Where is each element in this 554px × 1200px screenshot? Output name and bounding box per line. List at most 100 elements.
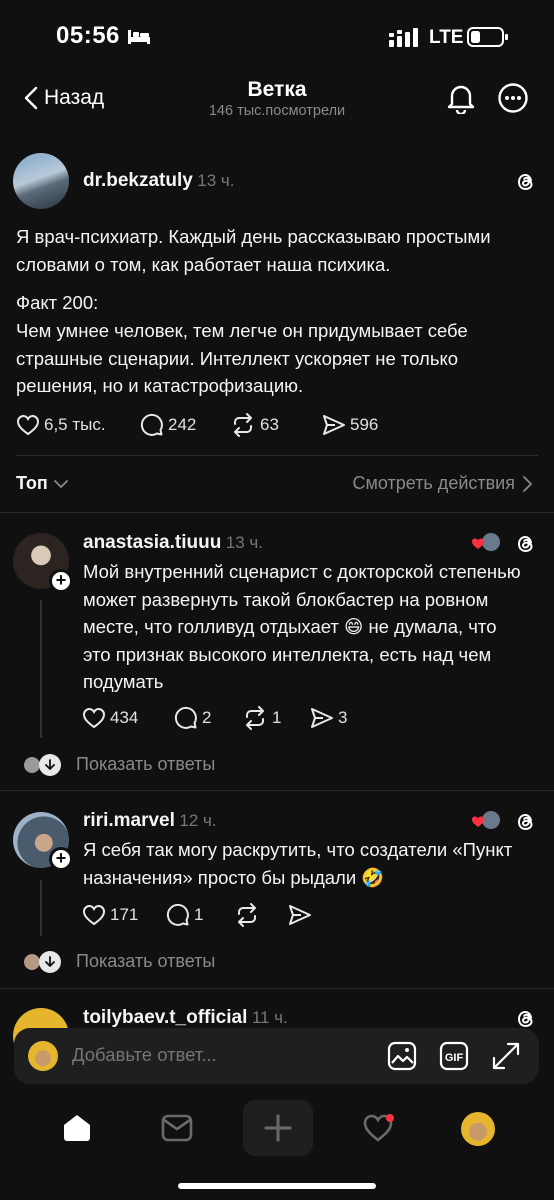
- gif-icon[interactable]: GIF: [439, 1041, 469, 1071]
- composer-avatar: [28, 1041, 58, 1071]
- see-activity-label: Смотреть действия: [352, 473, 515, 493]
- reply-time: 12 ч.: [179, 811, 217, 830]
- reply-username[interactable]: riri.marvel: [83, 810, 175, 831]
- post-text-intro: Я врач-психиатр. Каждый день рассказываю…: [16, 226, 491, 275]
- plus-icon: [264, 1114, 292, 1142]
- show-replies-avatars: [22, 951, 62, 973]
- status-time: 05:56: [56, 22, 120, 49]
- heart-icon: [16, 414, 40, 436]
- comment-icon: [166, 903, 190, 927]
- notification-dot: [386, 1114, 394, 1122]
- threads-icon[interactable]: [514, 170, 538, 194]
- expand-icon[interactable]: [491, 1041, 521, 1071]
- divider: [16, 455, 538, 456]
- follow-plus-button[interactable]: +: [49, 569, 73, 593]
- repost-button[interactable]: 1: [242, 706, 310, 730]
- show-replies-link[interactable]: Показать ответы: [76, 754, 215, 775]
- repost-count: 63: [260, 415, 279, 434]
- share-count: 596: [350, 415, 379, 434]
- comment-icon: [140, 413, 164, 437]
- like-button[interactable]: 171: [82, 904, 166, 926]
- heart-icon: [82, 904, 106, 926]
- comment-button[interactable]: 2: [174, 706, 242, 730]
- arrow-down-icon: [39, 951, 61, 973]
- thread-line: [40, 600, 42, 738]
- sleep-focus-icon: [127, 27, 151, 45]
- see-activity-link[interactable]: Смотреть действия: [353, 473, 532, 494]
- reply-composer: GIF: [14, 1028, 539, 1084]
- author-liked-indicator: [471, 530, 503, 554]
- repost-count: 1: [272, 708, 282, 727]
- reply-time: 11 ч.: [251, 1008, 288, 1027]
- repost-button[interactable]: 63: [230, 413, 322, 437]
- chevron-down-icon: [53, 479, 68, 489]
- reply-meta: toilybaev.t_official 11 ч.: [83, 1007, 288, 1029]
- like-count: 434: [110, 708, 139, 727]
- post-meta: dr.bekzatuly 13 ч.: [83, 170, 235, 192]
- share-button[interactable]: 3: [310, 707, 347, 729]
- avatar[interactable]: [13, 153, 69, 209]
- profile-avatar[interactable]: [461, 1112, 495, 1146]
- comment-icon: [174, 706, 198, 730]
- home-indicator: [178, 1183, 376, 1189]
- repost-icon: [230, 413, 256, 437]
- comment-count: 1: [194, 905, 204, 924]
- signal-icon: [389, 28, 421, 48]
- image-icon[interactable]: [387, 1041, 417, 1071]
- comment-button[interactable]: 242: [140, 413, 230, 437]
- send-icon: [310, 707, 334, 729]
- thread-line: [40, 880, 42, 936]
- svg-text:GIF: GIF: [445, 1052, 464, 1064]
- reply-input[interactable]: [72, 1044, 372, 1066]
- share-button[interactable]: 596: [322, 414, 378, 436]
- reply-text: Мой внутренний сценарист с докторской ст…: [83, 561, 521, 692]
- comment-button[interactable]: 1: [166, 903, 234, 927]
- share-count: 3: [338, 708, 348, 727]
- reply-actions: 434 2 1 3: [82, 706, 347, 730]
- repost-button[interactable]: [234, 903, 288, 927]
- comment-count: 242: [168, 415, 197, 434]
- reply-actions: 171 1: [82, 903, 312, 927]
- sort-label: Топ: [16, 473, 48, 493]
- post-fact-title: Факт 200:: [16, 292, 99, 313]
- comment-count: 2: [202, 708, 212, 727]
- share-button[interactable]: [288, 904, 312, 926]
- more-options-icon[interactable]: [497, 82, 529, 114]
- send-icon: [322, 414, 346, 436]
- reply-username[interactable]: anastasia.tiuuu: [83, 532, 221, 553]
- home-icon[interactable]: [61, 1112, 93, 1144]
- author-liked-indicator: [471, 808, 503, 832]
- divider: [0, 988, 554, 989]
- create-post-button[interactable]: [243, 1100, 313, 1156]
- like-count: 6,5 тыс.: [44, 415, 106, 434]
- reply-time: 13 ч.: [225, 533, 263, 552]
- inbox-icon[interactable]: [161, 1113, 193, 1143]
- reply-username[interactable]: toilybaev.t_official: [83, 1007, 247, 1028]
- show-replies-avatars: [22, 754, 62, 776]
- reply-text: Я себя так могу раскрутить, что создател…: [83, 839, 513, 888]
- divider: [0, 790, 554, 791]
- post-time: 13 ч.: [197, 171, 235, 190]
- post-username[interactable]: dr.bekzatuly: [83, 170, 193, 191]
- post-actions: 6,5 тыс. 242 63 596: [16, 413, 436, 437]
- threads-icon[interactable]: [514, 532, 538, 556]
- like-count: 171: [110, 905, 139, 924]
- send-icon: [288, 904, 312, 926]
- threads-icon[interactable]: [514, 810, 538, 834]
- reply-meta: anastasia.tiuuu 13 ч.: [83, 532, 263, 554]
- network-type: LTE: [429, 27, 464, 48]
- chevron-right-icon: [523, 475, 532, 492]
- divider: [0, 512, 554, 513]
- post-fact-text: Чем умнее человек, тем легче он придумыв…: [16, 320, 468, 396]
- follow-plus-button[interactable]: +: [49, 847, 73, 871]
- repost-icon: [242, 706, 268, 730]
- like-button[interactable]: 434: [82, 707, 174, 729]
- reply-meta: riri.marvel 12 ч.: [83, 810, 217, 832]
- repost-icon: [234, 903, 260, 927]
- show-replies-link[interactable]: Показать ответы: [76, 951, 215, 972]
- sort-dropdown[interactable]: Топ: [16, 473, 68, 494]
- bell-icon[interactable]: [446, 82, 476, 114]
- arrow-down-icon: [39, 754, 61, 776]
- like-button[interactable]: 6,5 тыс.: [16, 414, 140, 436]
- battery-icon: [467, 26, 509, 48]
